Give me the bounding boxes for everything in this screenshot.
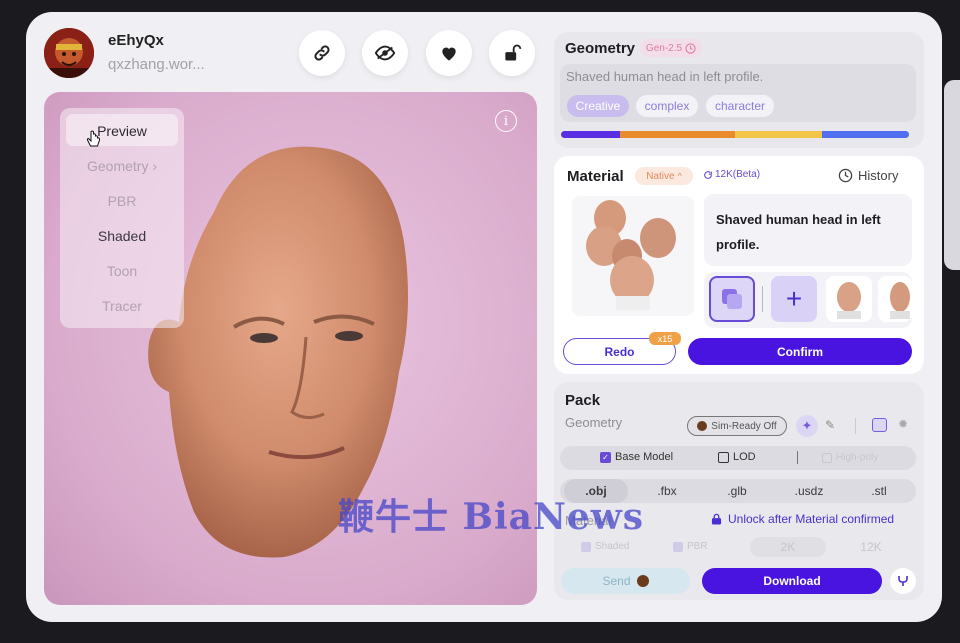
menu-item-toon[interactable]: Toon (60, 263, 184, 279)
fork-icon (898, 576, 908, 586)
menu-item-preview[interactable]: Preview (60, 123, 184, 139)
res-2k-option: 2K (750, 537, 826, 557)
info-icon[interactable]: i (495, 110, 517, 132)
tag-character[interactable]: character (706, 95, 774, 117)
head-front-thumbnail (837, 282, 861, 319)
add-reference-button[interactable]: + (771, 276, 817, 322)
mesh-divider (797, 451, 798, 464)
high-poly-label: High-poly (836, 452, 879, 463)
chevron-right-icon: › (152, 158, 158, 174)
like-button[interactable] (426, 30, 472, 76)
version-tag[interactable]: Gen-2.5 (640, 39, 702, 57)
high-poly-checkbox: High-poly (822, 452, 878, 463)
head-side-thumbnail (890, 282, 910, 319)
checkbox-disabled-checked-icon (673, 541, 683, 552)
res-12k-option: 12K (860, 540, 882, 554)
tag-complex[interactable]: complex (636, 95, 698, 117)
format-glb[interactable]: .glb (708, 479, 766, 503)
menu-item-tracer[interactable]: Tracer (60, 298, 184, 314)
history-button[interactable]: History (838, 168, 898, 183)
clock-icon (685, 42, 696, 54)
username: eEhyQx (108, 32, 164, 49)
user-email: qxzhang.wor... (108, 56, 205, 73)
menu-item-geometry-label: Geometry (86, 158, 149, 174)
redo-count-badge: x15 (649, 332, 681, 345)
sparkle-icon[interactable]: ✦ (796, 415, 818, 437)
lod-checkbox[interactable]: LOD (718, 451, 756, 463)
sim-ready-dot-icon (697, 421, 708, 431)
pack-tool-divider (855, 418, 856, 434)
watermark: 鞭牛士 BiaNews (338, 496, 645, 538)
pbr-checkbox: PBR (673, 541, 708, 552)
avatar-image (44, 28, 94, 78)
material-mode-dropdown[interactable]: Native ^ (635, 167, 693, 185)
format-stl[interactable]: .stl (850, 479, 908, 503)
history-clock-icon (838, 168, 853, 183)
material-preview-stack (572, 196, 694, 316)
pencil-icon[interactable]: ✎ (825, 418, 835, 432)
reference-thumb-side[interactable] (878, 276, 912, 322)
copy-link-button[interactable] (299, 30, 345, 76)
lod-label: LOD (733, 451, 756, 463)
visibility-toggle-button[interactable] (362, 30, 408, 76)
material-prompt-line2: profile. (716, 237, 760, 252)
heart-icon (442, 47, 456, 61)
checkbox-disabled-checked-icon (581, 541, 591, 552)
lock-icon (711, 513, 722, 525)
geometry-prompt: Shaved human head in left profile. (566, 69, 764, 84)
reference-thumb-front[interactable] (826, 276, 872, 322)
unlock-notice-text: Unlock after Material confirmed (728, 512, 895, 526)
sim-ready-toggle[interactable]: Sim-Ready Off (687, 416, 787, 436)
material-mode-label: Native (646, 170, 675, 182)
confirm-button[interactable]: Confirm (688, 338, 912, 365)
layers-image-icon (722, 289, 742, 309)
unlock-button[interactable] (489, 30, 535, 76)
checkbox-checked-icon: ✓ (600, 451, 611, 463)
settings-gear-icon[interactable]: ✹ (898, 417, 908, 431)
checkbox-empty-icon (718, 451, 729, 463)
tag-creative[interactable]: Creative (567, 95, 629, 117)
checkbox-disabled-icon (822, 452, 832, 463)
side-panel-peek (944, 80, 960, 270)
pbr-label: PBR (687, 541, 708, 552)
shaded-checkbox: Shaded (581, 541, 629, 552)
hand-cursor-icon (86, 130, 100, 147)
chevron-up-icon: ^ (677, 171, 682, 181)
send-button[interactable]: Send (561, 568, 690, 594)
download-button[interactable]: Download (702, 568, 882, 594)
menu-item-shaded[interactable]: Shaded (60, 228, 184, 244)
sim-ready-label: Sim-Ready Off (711, 420, 777, 432)
menu-item-pbr[interactable]: PBR (60, 193, 184, 209)
link-icon (314, 45, 330, 61)
thumb-divider (762, 286, 763, 312)
resolution-label: 12K(Beta) (715, 169, 761, 180)
unlock-icon (505, 44, 522, 61)
material-prompt-line1: Shaved human head in left (716, 212, 881, 227)
geometry-title: Geometry (565, 40, 636, 57)
version-tag-label: Gen-2.5 (645, 42, 683, 54)
material-prompt: Shaved human head in left profile. (716, 207, 881, 257)
shaded-label: Shaded (595, 541, 630, 552)
avatar[interactable] (44, 28, 94, 78)
reference-image-selected[interactable] (709, 276, 755, 322)
view-mode-menu: Preview Geometry › PBR Shaded Toon Trace… (60, 108, 184, 328)
pack-geometry-label: Geometry (565, 415, 623, 430)
eye-slash-icon (374, 45, 396, 61)
pack-title: Pack (565, 392, 601, 409)
refresh-icon (704, 170, 712, 179)
base-model-checkbox[interactable]: ✓ Base Model (600, 451, 673, 463)
resolution-selector[interactable]: 12K(Beta) (703, 169, 760, 180)
material-title: Material (567, 168, 624, 185)
format-usdz[interactable]: .usdz (780, 479, 838, 503)
geometry-progress-bar (561, 131, 909, 138)
history-label: History (858, 168, 899, 183)
unlock-notice: Unlock after Material confirmed (711, 512, 894, 526)
branch-button[interactable] (890, 568, 916, 594)
base-model-label: Base Model (615, 451, 674, 463)
menu-item-geometry[interactable]: Geometry › (60, 158, 184, 174)
grid-view-icon[interactable] (872, 418, 887, 432)
send-label: Send (602, 574, 631, 588)
send-dot-icon (636, 575, 649, 587)
format-fbx[interactable]: .fbx (638, 479, 696, 503)
